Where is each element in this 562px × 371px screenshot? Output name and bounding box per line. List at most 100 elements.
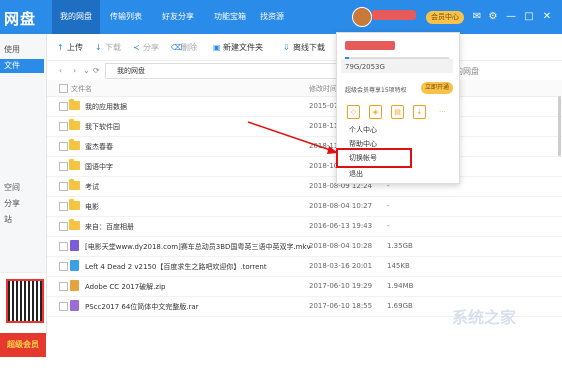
feature-icon-2[interactable]: ◈: [369, 105, 382, 119]
table-row[interactable]: 我的应用数据 2015-07-2: [47, 96, 562, 117]
file-name[interactable]: 来自：百度相册: [85, 222, 134, 232]
tab-toolbox[interactable]: 功能宝箱: [214, 0, 246, 34]
folder-icon: [69, 219, 80, 230]
close-icon[interactable]: ✕: [540, 10, 554, 24]
row-checkbox[interactable]: [59, 222, 68, 231]
table-row[interactable]: 电影 2018-08-04 10:27 -: [47, 196, 562, 217]
row-checkbox[interactable]: [59, 262, 68, 271]
table-row[interactable]: 我下软件园 2018-11-3: [47, 116, 562, 137]
feature-icon-3[interactable]: ▤: [391, 105, 404, 119]
table-header: 文件名 修改时间: [47, 80, 562, 97]
table-row[interactable]: 国语中字 2018-10-2: [47, 156, 562, 177]
offline-download-button[interactable]: ⇩ 离线下载: [283, 42, 325, 53]
column-modified[interactable]: 修改时间: [309, 84, 337, 94]
folder-icon: [69, 139, 80, 150]
file-name[interactable]: 我的应用数据: [85, 102, 127, 112]
sidebar: 使用 文件 空间 分享 站 超级会员: [0, 34, 47, 371]
file-name[interactable]: 考试: [85, 182, 99, 192]
mail-icon[interactable]: ✉: [470, 10, 484, 24]
username-redacted[interactable]: [372, 10, 416, 20]
file-size: 1.69GB: [387, 302, 413, 310]
feature-icon-4[interactable]: ⇣: [413, 105, 426, 119]
qr-code-image: [6, 279, 44, 323]
promo-panel[interactable]: 超级会员: [0, 272, 46, 371]
path-bar: ‹ › ⌄ ⟳ 我的网盘 的网盘: [47, 60, 562, 80]
row-checkbox[interactable]: [59, 182, 68, 191]
row-checkbox[interactable]: [59, 102, 68, 111]
row-checkbox[interactable]: [59, 242, 68, 251]
tab-transfers[interactable]: 传输列表: [110, 0, 142, 34]
file-name[interactable]: PScc2017 64位简体中文完整版.rar: [85, 302, 199, 312]
menu-logout[interactable]: 退出: [349, 169, 363, 179]
open-vip-button[interactable]: 立即开通: [421, 82, 454, 94]
rar-file-icon: [70, 300, 79, 311]
dropdown-username-redacted: [345, 41, 395, 50]
minimize-icon[interactable]: —: [504, 10, 518, 24]
sidebar-item-share[interactable]: 分享: [4, 198, 20, 209]
file-name[interactable]: Adobe CC 2017破解.zip: [85, 282, 165, 292]
top-bar: 网盘 我的网盘 传输列表 好友分享 功能宝箱 找资源 会员中心 ✉ ⚙ — □ …: [0, 0, 562, 34]
table-row[interactable]: 来自：百度相册 2016-06-13 19:43 -: [47, 216, 562, 237]
table-row[interactable]: Adobe CC 2017破解.zip 2017-06-10 19:29 1.94M…: [47, 276, 562, 297]
toolbar: ↑ 上传 ↓ 下载 ≺ 分享 ⌫删除 ▣ 新建文件夹 ⇩ 离线下载: [47, 34, 562, 61]
upload-button[interactable]: ↑ 上传: [57, 42, 83, 53]
watermark: 系统之家: [452, 308, 517, 327]
select-all-checkbox[interactable]: [59, 84, 68, 93]
file-name[interactable]: 我下软件园: [85, 122, 120, 132]
row-checkbox[interactable]: [59, 282, 68, 291]
column-name[interactable]: 文件名: [71, 84, 92, 94]
avatar[interactable]: [352, 7, 372, 27]
table-row[interactable]: [电影天堂www.dy2018.com]赛车总动员3BD国粤英三语中英双字.mk…: [47, 236, 562, 257]
share-button[interactable]: ≺ 分享: [133, 42, 159, 53]
file-name[interactable]: 蜜杰春春: [85, 142, 113, 152]
scrollbar[interactable]: [558, 96, 561, 156]
breadcrumb[interactable]: 我的网盘: [117, 66, 145, 76]
menu-personal-center[interactable]: 个人中心: [349, 125, 377, 135]
file-name[interactable]: 国语中字: [85, 162, 113, 172]
new-folder-button[interactable]: ▣ 新建文件夹: [213, 42, 263, 53]
sidebar-item-space[interactable]: 空间: [4, 182, 20, 193]
row-checkbox[interactable]: [59, 302, 68, 311]
highlight-box: [336, 148, 412, 168]
download-icon: ↓: [95, 43, 102, 52]
sidebar-item-usage[interactable]: 使用: [4, 44, 20, 55]
row-checkbox[interactable]: [59, 142, 68, 151]
promo-vip-label[interactable]: 超级会员: [0, 333, 46, 357]
zip-file-icon: [70, 280, 79, 291]
file-size: -: [387, 222, 390, 230]
file-name[interactable]: 电影: [85, 202, 99, 212]
file-name[interactable]: Left 4 Dead 2 v2150【百度求生之路吧欢迎你】.torrent: [85, 262, 267, 272]
gear-icon[interactable]: ⚙: [486, 10, 500, 24]
download-button[interactable]: ↓ 下载: [95, 42, 121, 53]
share-icon: ≺: [133, 43, 140, 52]
delete-button[interactable]: ⌫删除: [171, 42, 197, 53]
row-checkbox[interactable]: [59, 202, 68, 211]
upload-icon: ↑: [57, 43, 64, 52]
tab-find-resources[interactable]: 找资源: [260, 0, 284, 34]
tab-my-disk[interactable]: 我的网盘: [52, 0, 100, 34]
video-file-icon: [70, 240, 79, 251]
quota-text: 79G/2053G: [345, 63, 385, 71]
forward-icon[interactable]: ›: [73, 66, 76, 75]
vip-privilege-text: 超级会员尊享15项特权: [345, 87, 407, 94]
feature-icon-1[interactable]: ◇: [347, 105, 360, 119]
refresh-icon[interactable]: ⟳: [93, 66, 100, 75]
row-checkbox[interactable]: [59, 122, 68, 131]
table-row[interactable]: 蜜杰春春 2018-11-0: [47, 136, 562, 157]
row-checkbox[interactable]: [59, 162, 68, 171]
app-logo: 网盘: [4, 10, 37, 28]
vip-center-button[interactable]: 会员中心: [426, 11, 464, 24]
maximize-icon[interactable]: □: [522, 10, 536, 24]
sidebar-item-recycle[interactable]: 站: [4, 214, 12, 225]
file-size: -: [387, 202, 390, 210]
file-size: 1.94MB: [387, 282, 414, 290]
file-name[interactable]: [电影天堂www.dy2018.com]赛车总动员3BD国粤英三语中英双字.mk…: [85, 242, 311, 252]
sidebar-item-files[interactable]: 文件: [0, 59, 44, 73]
folder-icon: [69, 179, 80, 190]
dropdown-icon[interactable]: ⌄: [83, 66, 90, 75]
table-row[interactable]: 考试 2018-08-09 12:24-: [47, 176, 562, 197]
tab-friends-share[interactable]: 好友分享: [162, 0, 194, 34]
back-icon[interactable]: ‹: [59, 66, 62, 75]
more-icon[interactable]: ...: [439, 106, 446, 114]
table-row[interactable]: Left 4 Dead 2 v2150【百度求生之路吧欢迎你】.torrent 2…: [47, 256, 562, 277]
